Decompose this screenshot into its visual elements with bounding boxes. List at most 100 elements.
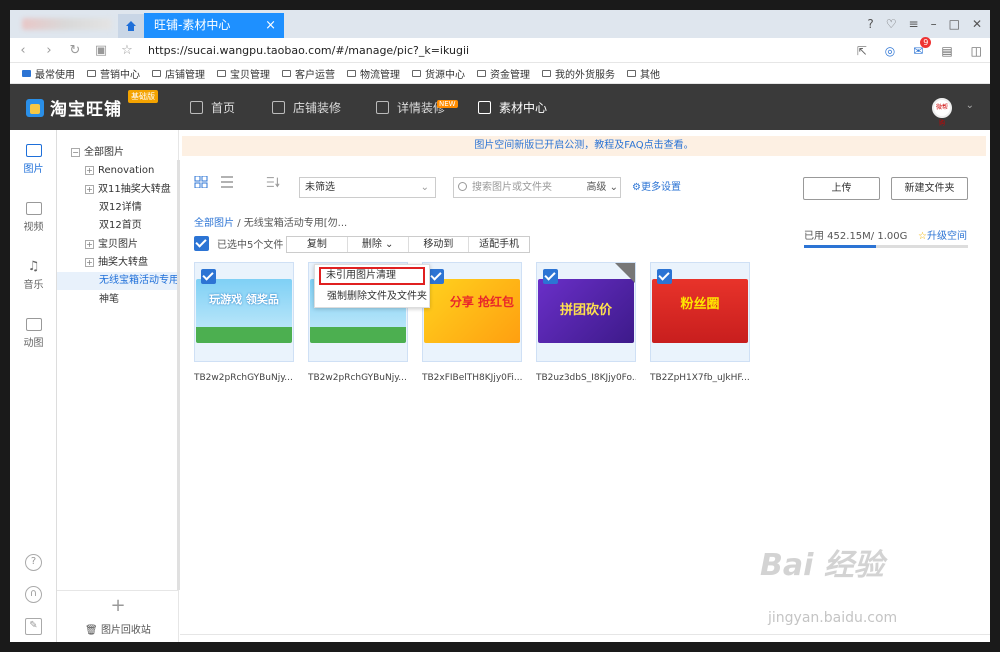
grid-view-icon[interactable]: [194, 176, 208, 188]
expand-icon[interactable]: +: [85, 165, 94, 175]
more-settings-link[interactable]: ⚙更多设置: [632, 177, 681, 198]
tree-item-all[interactable]: − 全部图片: [71, 144, 124, 162]
expand-icon[interactable]: +: [85, 184, 94, 194]
reload-icon[interactable]: ↻: [62, 43, 88, 58]
home-tab[interactable]: [118, 14, 144, 38]
upload-button[interactable]: 上传: [803, 177, 880, 200]
home-icon: [126, 21, 136, 31]
thumb-filename: TB2w2pRchGYBuNjy...: [308, 373, 407, 383]
close-icon[interactable]: ✕: [972, 17, 982, 31]
title-bar: 旺铺-素材中心 × ? ♡ ≡ – □ ✕: [10, 10, 990, 38]
bookmark-frequent[interactable]: 最常使用: [22, 66, 75, 81]
page-icon[interactable]: ▣: [88, 43, 114, 58]
mail-icon[interactable]: ✉ 9: [913, 36, 932, 58]
logo[interactable]: 淘宝旺铺: [26, 95, 122, 120]
music-icon: ♫: [27, 259, 40, 274]
image-thumb[interactable]: 分享 抢红包: [422, 262, 522, 362]
avatar[interactable]: 微帮购: [932, 98, 952, 127]
storage-bar-fill: [804, 245, 877, 248]
chevron-down-icon[interactable]: ⌄: [966, 100, 974, 111]
tree-item[interactable]: 双12详情: [99, 199, 142, 217]
id-card-icon[interactable]: ▤: [941, 44, 952, 58]
rail-item-music[interactable]: ♫ 音乐: [10, 254, 57, 306]
upgrade-storage-link[interactable]: ☆升级空间: [918, 227, 967, 242]
filter-select[interactable]: 未筛选 ⌄: [299, 177, 436, 198]
bookmark-folder[interactable]: 物流管理: [347, 66, 400, 81]
list-view-icon[interactable]: [220, 176, 234, 188]
rail-item-gif[interactable]: 动图: [10, 312, 57, 364]
tree-item[interactable]: + 抽奖大转盘: [85, 254, 148, 272]
nav-shop-decor[interactable]: 店铺装修: [272, 84, 341, 130]
tree-item[interactable]: 神笔: [99, 291, 119, 309]
minimize-icon[interactable]: –: [931, 17, 937, 31]
new-badge: NEW: [437, 100, 458, 108]
image-thumb[interactable]: 粉丝圈: [650, 262, 750, 362]
add-folder-button[interactable]: +: [57, 590, 179, 620]
nav-detail-decor[interactable]: 详情装修: [376, 84, 445, 130]
star-icon[interactable]: ☆: [114, 43, 140, 58]
menu-icon[interactable]: ≡: [909, 17, 919, 31]
image-thumb[interactable]: 拼团砍价: [536, 262, 636, 362]
nav-home[interactable]: 首页: [190, 84, 235, 130]
tree-item[interactable]: 双12首页: [99, 217, 142, 235]
sort-icon[interactable]: [266, 176, 280, 188]
star-icon: ☆: [918, 231, 927, 242]
edit-icon[interactable]: ✎: [25, 618, 42, 635]
thumb-checkbox[interactable]: [201, 269, 216, 284]
thumb-checkbox[interactable]: [543, 269, 558, 284]
tree-item[interactable]: + 双11抽奖大转盘: [85, 181, 171, 199]
expand-icon[interactable]: +: [85, 257, 94, 267]
move-to-button[interactable]: 移动到: [409, 237, 470, 252]
thumb-filename: TB2w2pRchGYBuNjy...: [194, 373, 293, 383]
skin-icon[interactable]: ♡: [886, 17, 897, 31]
wallet-icon[interactable]: ◫: [971, 44, 982, 58]
tab-close-icon[interactable]: ×: [265, 13, 276, 38]
search-input[interactable]: 搜索图片或文件夹 高级 ⌄: [453, 177, 621, 198]
expand-icon[interactable]: +: [85, 239, 94, 249]
menu-item-clean-unreferenced[interactable]: 未引用图片清理: [319, 267, 425, 285]
menu-item-force-delete[interactable]: 强制删除文件及文件夹: [327, 289, 427, 305]
watermark-url: jingyan.baidu.com: [768, 610, 898, 626]
rail-item-image[interactable]: 图片: [10, 138, 57, 190]
bookmark-folder[interactable]: 店铺管理: [152, 66, 205, 81]
headset-icon[interactable]: ∩: [25, 586, 42, 603]
url-field[interactable]: https://sucai.wangpu.taobao.com/#/manage…: [148, 44, 469, 57]
thumb-filename: TB2ZpH1X7fb_uJkHF...: [650, 373, 750, 383]
tab-sucai[interactable]: 旺铺-素材中心 ×: [144, 13, 284, 38]
collapse-icon[interactable]: −: [71, 147, 80, 157]
select-all-checkbox[interactable]: [194, 236, 209, 251]
share-icon[interactable]: ⇱: [857, 44, 867, 58]
horizontal-scrollbar[interactable]: [180, 634, 990, 642]
bookmark-folder[interactable]: 我的外货服务: [542, 66, 615, 81]
bookmark-folder[interactable]: 宝贝管理: [217, 66, 270, 81]
rail-item-video[interactable]: 视频: [10, 196, 57, 248]
bookmark-folder[interactable]: 营销中心: [87, 66, 140, 81]
batch-actions: 复制 删除 ⌄ 移动到 适配手机: [286, 236, 530, 253]
notice-banner[interactable]: 图片空间新版已开启公测，教程及FAQ点击查看。: [182, 136, 986, 156]
help-icon[interactable]: ?: [867, 17, 873, 31]
recycle-bin-link[interactable]: 🗑 图片回收站: [57, 620, 179, 642]
image-thumb[interactable]: 玩游戏 领奖品: [194, 262, 294, 362]
tree-item[interactable]: + Renovation: [85, 162, 154, 180]
back-icon[interactable]: ‹: [10, 43, 36, 58]
bookmark-folder[interactable]: 资金管理: [477, 66, 530, 81]
shield-icon[interactable]: ◎: [885, 44, 895, 58]
delete-button[interactable]: 删除 ⌄: [348, 237, 409, 252]
breadcrumb-root[interactable]: 全部图片: [194, 218, 234, 229]
chevron-down-icon: ⌄: [420, 182, 429, 193]
bookmark-folder[interactable]: 其他: [627, 66, 660, 81]
fit-mobile-button[interactable]: 适配手机: [469, 237, 529, 252]
thumb-checkbox[interactable]: [429, 269, 444, 284]
advanced-search-toggle[interactable]: 高级 ⌄: [586, 178, 618, 197]
tree-item-selected[interactable]: 无线宝箱活动专用[勿: [57, 272, 177, 290]
nav-material-center[interactable]: 素材中心: [478, 84, 547, 130]
help-icon[interactable]: ?: [25, 554, 42, 571]
tree-item[interactable]: + 宝贝图片: [85, 236, 138, 254]
bookmark-folder[interactable]: 货源中心: [412, 66, 465, 81]
copy-button[interactable]: 复制: [287, 237, 348, 252]
new-folder-button[interactable]: 新建文件夹: [891, 177, 968, 200]
forward-icon[interactable]: ›: [36, 43, 62, 58]
bookmark-folder[interactable]: 客户运营: [282, 66, 335, 81]
maximize-icon[interactable]: □: [949, 17, 960, 31]
thumb-checkbox[interactable]: [657, 269, 672, 284]
